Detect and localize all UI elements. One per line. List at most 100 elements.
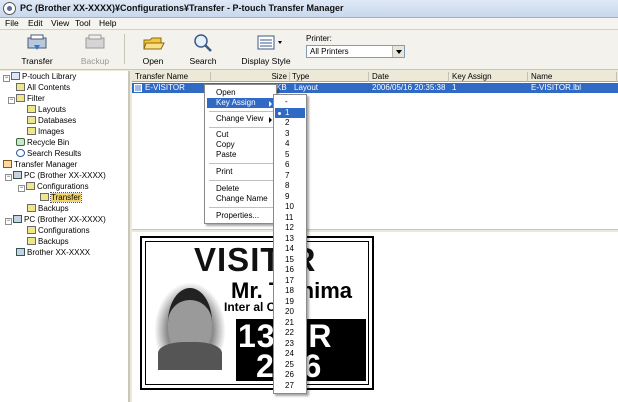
menu-item-copy[interactable]: Copy	[207, 140, 275, 150]
tree-item-ptouch-library[interactable]: − P-touch Library	[3, 72, 76, 82]
key-assign-item[interactable]: 17	[275, 276, 305, 287]
filter-icon	[16, 94, 25, 102]
key-assign-item[interactable]: 11	[275, 213, 305, 224]
tree-item-backups-1[interactable]: Backups	[27, 204, 69, 214]
collapse-icon[interactable]: −	[3, 75, 10, 82]
key-assign-item[interactable]: 12	[275, 223, 305, 234]
menu-item-properties[interactable]: Properties...	[207, 211, 275, 221]
backup-button[interactable]: Backup	[76, 32, 114, 66]
key-assign-item[interactable]: -	[275, 97, 305, 108]
menu-item-change-name[interactable]: Change Name	[207, 194, 275, 204]
tree-item-pc-2[interactable]: − PC (Brother XX-XXXX)	[5, 215, 106, 225]
menu-separator	[209, 163, 273, 164]
menu-item-paste[interactable]: Paste	[207, 150, 275, 160]
menu-separator	[209, 111, 273, 112]
tree-item-backups-2[interactable]: Backups	[27, 237, 69, 247]
key-assign-item[interactable]: 20	[275, 307, 305, 318]
label-inner-border: VISIT R Mr. T shima Inter al Corp 13 AR …	[145, 241, 369, 385]
key-assign-item[interactable]: 8	[275, 181, 305, 192]
key-assign-item[interactable]: 5	[275, 150, 305, 161]
display-style-button[interactable]: Display Style	[240, 32, 292, 66]
tree-item-search-results[interactable]: Search Results	[16, 149, 81, 159]
menu-item-cut[interactable]: Cut	[207, 130, 275, 140]
key-assign-item[interactable]: 16	[275, 265, 305, 276]
menu-item-delete[interactable]: Delete	[207, 184, 275, 194]
key-assign-item[interactable]: 9	[275, 192, 305, 203]
key-assign-item[interactable]: 21	[275, 318, 305, 329]
key-assign-item[interactable]: 14	[275, 244, 305, 255]
tree-item-layouts[interactable]: Layouts	[27, 105, 66, 115]
key-assign-item[interactable]: 6	[275, 160, 305, 171]
folder-open-icon	[141, 32, 165, 54]
key-assign-item[interactable]: 10	[275, 202, 305, 213]
column-transfer-name[interactable]: Transfer Name	[135, 72, 211, 82]
tree-item-databases[interactable]: Databases	[27, 116, 76, 126]
pc-icon	[13, 171, 22, 179]
column-size[interactable]: Size	[211, 72, 290, 82]
key-assign-item[interactable]: 18	[275, 286, 305, 297]
key-assign-item[interactable]: 15	[275, 255, 305, 266]
key-assign-item[interactable]: 1	[275, 107, 305, 118]
key-assign-item[interactable]: 4	[275, 139, 305, 150]
open-label: Open	[142, 56, 164, 66]
key-assign-item[interactable]: 23	[275, 339, 305, 350]
tree-item-transfer-manager[interactable]: Transfer Manager	[3, 160, 77, 170]
collapse-icon[interactable]: −	[8, 97, 15, 104]
tree-item-filter[interactable]: − Filter	[8, 94, 45, 104]
folder-icon	[27, 226, 36, 234]
key-assign-item[interactable]: 27	[275, 381, 305, 392]
tree-item-configurations-1[interactable]: − Configurations	[18, 182, 89, 192]
key-assign-item[interactable]: 24	[275, 349, 305, 360]
search-button[interactable]: Search	[186, 32, 220, 66]
collapse-icon[interactable]: −	[18, 185, 25, 192]
app-window: PC (Brother XX-XXXX)¥Configurations¥Tran…	[0, 0, 618, 402]
tree-item-brother-printer[interactable]: Brother XX-XXXX	[16, 248, 90, 258]
cell-type: Layout	[294, 83, 319, 92]
cell-file-name: E-VISITOR.lbl	[531, 83, 582, 92]
column-name[interactable]: Name	[531, 72, 617, 82]
menu-item-change-view[interactable]: Change View	[207, 114, 275, 124]
key-assign-item[interactable]: 19	[275, 297, 305, 308]
layout-icon	[27, 105, 36, 113]
key-assign-item[interactable]: 2	[275, 118, 305, 129]
chevron-down-icon[interactable]	[392, 46, 404, 57]
menu-file[interactable]: File	[5, 18, 19, 28]
transfer-button[interactable]: Transfer	[18, 32, 56, 66]
menu-tool[interactable]: Tool	[75, 18, 91, 28]
menu-item-open[interactable]: Open	[207, 88, 275, 98]
key-assign-item[interactable]: 22	[275, 328, 305, 339]
backup-label: Backup	[80, 56, 110, 66]
key-assign-item[interactable]: 25	[275, 360, 305, 371]
tree-item-recycle-bin[interactable]: Recycle Bin	[16, 138, 69, 148]
menu-item-key-assign[interactable]: Key Assign	[207, 98, 275, 108]
menu-edit[interactable]: Edit	[28, 18, 43, 28]
label-preview: VISIT R Mr. T shima Inter al Corp 13 AR …	[140, 236, 374, 390]
key-assign-item[interactable]: 13	[275, 234, 305, 245]
tree-item-all-contents[interactable]: All Contents	[16, 83, 70, 93]
column-date[interactable]: Date	[372, 72, 449, 82]
key-assign-item[interactable]: 3	[275, 129, 305, 140]
tree-item-pc-1[interactable]: − PC (Brother XX-XXXX)	[5, 171, 106, 181]
menu-item-print[interactable]: Print	[207, 167, 275, 177]
open-button[interactable]: Open	[136, 32, 170, 66]
toolbar-separator	[124, 34, 125, 64]
window-title: PC (Brother XX-XXXX)¥Configurations¥Tran…	[20, 3, 344, 13]
transfer-icon	[25, 32, 49, 54]
key-assign-item[interactable]: 26	[275, 370, 305, 381]
key-assign-item[interactable]: 7	[275, 171, 305, 182]
tree-item-transfer[interactable]: Transfer	[40, 192, 82, 203]
submenu-arrow-icon	[269, 117, 272, 123]
column-key-assign[interactable]: Key Assign	[452, 72, 528, 82]
printer-select[interactable]: All Printers	[306, 45, 405, 58]
backup-folder-icon	[27, 204, 36, 212]
tree-item-images[interactable]: Images	[27, 127, 64, 137]
collapse-icon[interactable]: −	[5, 218, 12, 225]
search-icon	[191, 32, 215, 54]
collapse-icon[interactable]: −	[5, 174, 12, 181]
transfer-manager-icon	[3, 160, 12, 168]
menu-view[interactable]: View	[51, 18, 69, 28]
column-type[interactable]: Type	[292, 72, 369, 82]
tree-item-configurations-2[interactable]: Configurations	[27, 226, 90, 236]
display-style-icon	[254, 32, 282, 54]
menu-help[interactable]: Help	[99, 18, 116, 28]
